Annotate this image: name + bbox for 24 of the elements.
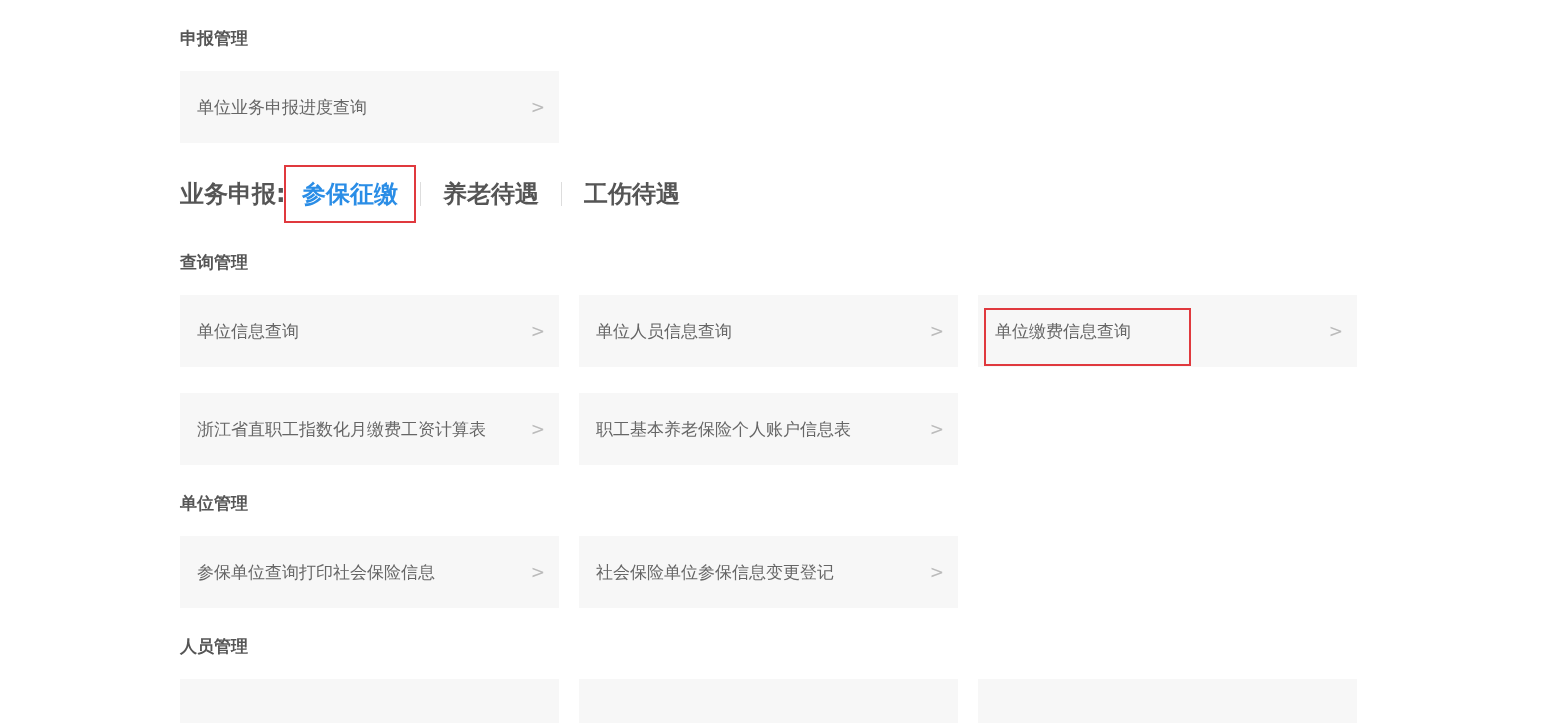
tabs-label: 业务申报: (180, 179, 286, 210)
menu-card[interactable]: 浙江省直职工指数化月缴费工资计算表 > (180, 393, 559, 465)
menu-card[interactable]: 单位人员信息查询 > (579, 295, 958, 367)
tab[interactable]: 参保征缴 (285, 178, 414, 210)
menu-card[interactable]: 职工基本养老保险个人账户信息表 > (579, 393, 958, 465)
chevron-icon: > (929, 562, 944, 582)
menu-card[interactable]: 单位信息查询 > (180, 295, 559, 367)
menu-card[interactable]: 单位缴费信息查询 > (978, 295, 1357, 367)
chevron-icon: > (530, 321, 545, 341)
section-heading: 申报管理 (180, 27, 249, 50)
chevron-icon: > (530, 97, 545, 117)
chevron-icon: > (929, 419, 944, 439)
chevron-icon: > (1328, 321, 1343, 341)
section-heading: 人员管理 (180, 635, 249, 658)
section-heading: 单位管理 (180, 492, 249, 515)
chevron-icon: > (929, 321, 944, 341)
menu-card[interactable]: 社会保险单位参保信息变更登记 > (579, 536, 958, 608)
section-heading: 查询管理 (180, 251, 249, 274)
chevron-icon: > (530, 562, 545, 582)
chevron-icon: > (530, 419, 545, 439)
menu-card[interactable]: 参保单位查询打印社会保险信息 > (180, 536, 559, 608)
tab[interactable]: 养老待遇 (426, 178, 555, 210)
menu-card[interactable]: 单位业务申报进度查询 > (180, 71, 559, 143)
tab[interactable]: 工伤待遇 (567, 178, 696, 210)
